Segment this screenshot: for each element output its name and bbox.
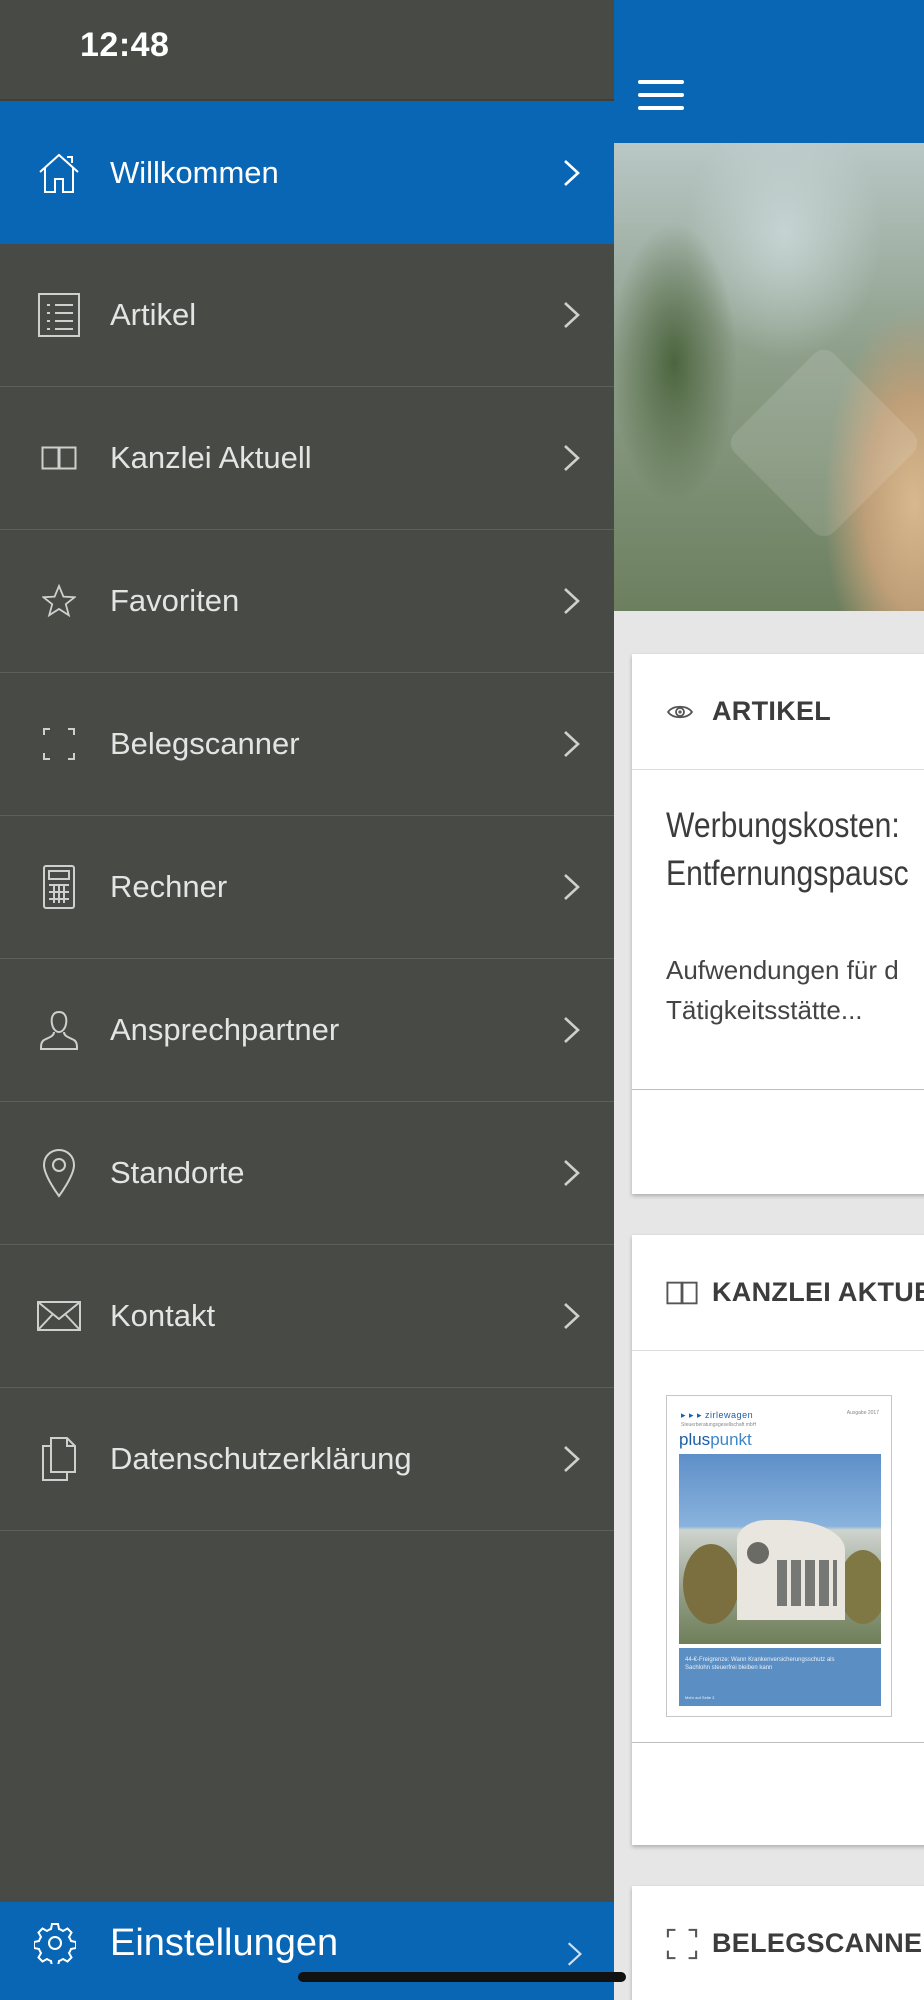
cover-band-text: 44-€-Freigrenze: Wann Krankenversicherun… bbox=[685, 1657, 835, 1671]
article-headline[interactable]: Werbungskosten: Entfernungspausc bbox=[666, 802, 912, 898]
app-header bbox=[614, 0, 924, 143]
menu-item-datenschutz[interactable]: Datenschutzerklärung bbox=[0, 1388, 614, 1531]
gear-icon bbox=[33, 1922, 77, 1967]
kanzlei-card-header: KANZLEI AKTUE bbox=[632, 1235, 924, 1351]
home-icon bbox=[36, 148, 82, 198]
envelope-icon bbox=[36, 1291, 82, 1341]
chevron-right-icon bbox=[564, 445, 580, 471]
cover-brand-sub: Steuerberatungsgesellschaft mbH bbox=[681, 1422, 757, 1428]
menu-item-kontakt[interactable]: Kontakt bbox=[0, 1245, 614, 1388]
cover-issue: Ausgabe 2017 bbox=[846, 1410, 879, 1416]
chevron-right-icon bbox=[564, 874, 580, 900]
chevron-right-icon bbox=[564, 1303, 580, 1329]
cover-brand: ▸ ▸ ▸ zirlewagen bbox=[681, 1410, 754, 1420]
menu-item-willkommen[interactable]: Willkommen bbox=[0, 101, 614, 244]
beleg-card-title: BELEGSCANNE bbox=[712, 1928, 923, 1958]
cover-title-a: plus bbox=[679, 1430, 711, 1449]
main-screen: ARTIKEL Werbungskosten: Entfernungspausc… bbox=[614, 0, 924, 2000]
home-indicator[interactable] bbox=[298, 1972, 626, 1982]
chevron-right-icon bbox=[567, 1942, 582, 1966]
artikel-card[interactable]: ARTIKEL Werbungskosten: Entfernungspausc… bbox=[632, 654, 924, 1194]
navigation-drawer: 12:48 Willkommen Artikel Kanzlei Aktuell… bbox=[0, 0, 614, 2000]
artikel-card-header: ARTIKEL bbox=[632, 654, 924, 770]
beleg-card-header: BELEGSCANNE bbox=[632, 1886, 924, 2000]
book-icon bbox=[666, 1279, 698, 1307]
menu-item-label: Ansprechpartner bbox=[110, 1012, 340, 1047]
artikel-card-body[interactable]: Werbungskosten: Entfernungspausc Aufwend… bbox=[632, 770, 924, 1090]
artikel-card-title: ARTIKEL bbox=[712, 696, 832, 726]
settings-label: Einstellungen bbox=[110, 1922, 339, 1964]
cover-title: pluspunkt bbox=[679, 1430, 752, 1450]
menu-item-standorte[interactable]: Standorte bbox=[0, 1102, 614, 1245]
list-icon bbox=[36, 290, 82, 340]
documents-icon bbox=[36, 1434, 82, 1484]
chevron-right-icon bbox=[564, 1446, 580, 1472]
menu-item-rechner[interactable]: Rechner bbox=[0, 816, 614, 959]
kanzlei-card-title: KANZLEI AKTUE bbox=[712, 1277, 924, 1307]
eye-icon bbox=[666, 698, 698, 726]
magazine-cover[interactable]: ▸ ▸ ▸ zirlewagen Steuerberatungsgesellsc… bbox=[666, 1395, 892, 1717]
menu-item-label: Datenschutzerklärung bbox=[110, 1441, 412, 1476]
menu-item-label: Standorte bbox=[110, 1155, 245, 1190]
star-icon bbox=[36, 576, 82, 626]
menu-item-belegscanner[interactable]: Belegscanner bbox=[0, 673, 614, 816]
chevron-right-icon bbox=[564, 302, 580, 328]
article-teaser: Aufwendungen für d Tätigkeitsstätte... bbox=[666, 955, 899, 1025]
menu-item-artikel[interactable]: Artikel bbox=[0, 244, 614, 387]
chevron-right-icon bbox=[564, 159, 580, 186]
menu-item-label: Favoriten bbox=[110, 583, 240, 618]
belegscanner-card[interactable]: BELEGSCANNE bbox=[632, 1886, 924, 2000]
chevron-right-icon bbox=[564, 1017, 580, 1043]
status-time: 12:48 bbox=[80, 26, 170, 64]
cover-photo bbox=[679, 1454, 881, 1644]
menu-item-label: Kontakt bbox=[110, 1298, 216, 1333]
kanzlei-aktuell-card[interactable]: KANZLEI AKTUE ▸ ▸ ▸ zirlewagen Steuerber… bbox=[632, 1235, 924, 1845]
hero-image bbox=[614, 143, 924, 611]
cover-title-b: punkt bbox=[710, 1430, 752, 1449]
menu-item-label: Kanzlei Aktuell bbox=[110, 440, 312, 475]
chevron-right-icon bbox=[564, 588, 580, 614]
settings-button[interactable]: Einstellungen bbox=[0, 1902, 614, 2000]
chevron-right-icon bbox=[564, 1160, 580, 1186]
kanzlei-card-body: ▸ ▸ ▸ zirlewagen Steuerberatungsgesellsc… bbox=[632, 1351, 924, 1743]
cover-band: 44-€-Freigrenze: Wann Krankenversicherun… bbox=[679, 1648, 881, 1706]
scan-frame-icon bbox=[666, 1928, 698, 1959]
person-icon bbox=[36, 1005, 82, 1055]
chevron-right-icon bbox=[564, 731, 580, 757]
menu-item-label: Willkommen bbox=[110, 154, 279, 190]
menu-item-ansprechpartner[interactable]: Ansprechpartner bbox=[0, 959, 614, 1102]
calculator-icon bbox=[36, 862, 82, 912]
menu-item-label: Belegscanner bbox=[110, 726, 300, 761]
hamburger-menu-icon[interactable] bbox=[638, 78, 684, 114]
menu-item-kanzlei-aktuell[interactable]: Kanzlei Aktuell bbox=[0, 387, 614, 530]
menu-item-label: Artikel bbox=[110, 297, 197, 332]
menu-item-label: Rechner bbox=[110, 869, 228, 904]
menu-item-favoriten[interactable]: Favoriten bbox=[0, 530, 614, 673]
scan-frame-icon bbox=[36, 719, 82, 769]
book-icon bbox=[36, 433, 82, 483]
cover-band-foot: Mehr auf Seite 3 bbox=[685, 1695, 715, 1700]
map-pin-icon bbox=[36, 1148, 82, 1198]
